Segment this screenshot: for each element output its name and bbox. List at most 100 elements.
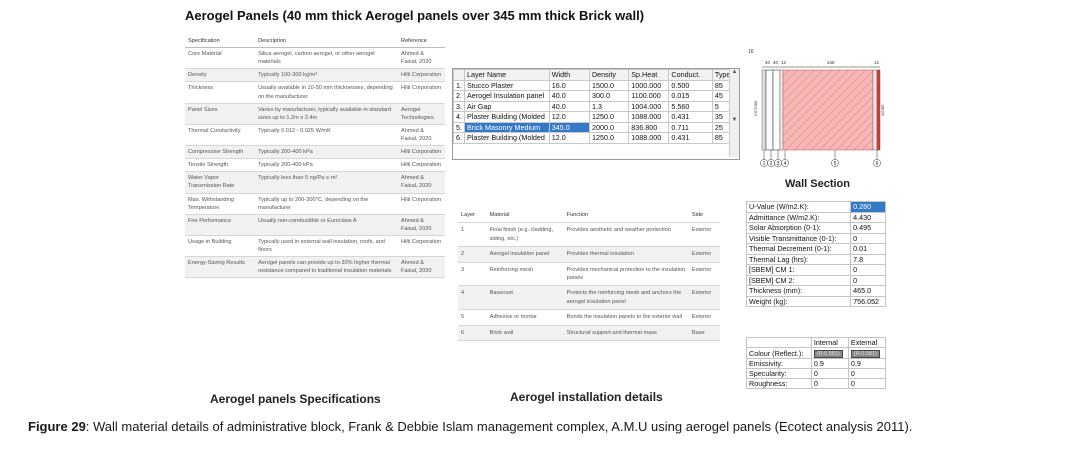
property-row: [SBEM] CM 1: 0 bbox=[745, 264, 886, 276]
layer-cell: 1500.0 bbox=[588, 79, 630, 91]
layer-marker-label: 2 bbox=[770, 161, 773, 167]
property-label: Thickness (mm): bbox=[745, 285, 852, 297]
layer-row[interactable]: 6. Plaster Building (Molded 12.0 1250.0 1088… bbox=[453, 132, 740, 144]
layer-cell: 1. bbox=[453, 79, 465, 91]
table-cell: Adhesive or mortar bbox=[486, 309, 564, 326]
layer-cell: 2. bbox=[453, 90, 465, 102]
table-row: 5 Adhesive or mortar Bonds the insulation … bbox=[458, 309, 720, 326]
surface-cell: Specularity: bbox=[746, 368, 812, 379]
table-cell: Usage in Building bbox=[185, 235, 256, 258]
surface-row: Emissivity: 0.9 0.9 bbox=[746, 358, 887, 369]
table-cell: Ahmed & Faisal, 2020 bbox=[398, 47, 445, 70]
figure-label: Figure 29 bbox=[28, 419, 86, 434]
property-value: 0 bbox=[850, 264, 886, 276]
table-cell: Exterior bbox=[688, 262, 720, 287]
layer-cell: Plaster Building (Molded bbox=[464, 132, 550, 144]
table-cell: Typically up to 200-300°C, depending on … bbox=[255, 193, 399, 215]
surface-cell: (R:0.581) bbox=[810, 347, 849, 359]
layer-cell: Brick Masonry Medium bbox=[464, 121, 550, 133]
table-row: 1 Final finish (e.g. cladding, siding, et… bbox=[458, 222, 720, 248]
property-row: [SBEM] CM 2: 0 bbox=[745, 274, 886, 286]
installation-header: Function bbox=[563, 208, 689, 224]
table-cell: Density bbox=[185, 68, 256, 83]
table-row: 2 Aerogel insulation panel Provides therma… bbox=[458, 246, 720, 263]
surface-cell: 0 bbox=[847, 368, 887, 379]
layer-list-scrollbar[interactable]: ▲ ▼ bbox=[729, 69, 739, 157]
table-row: 4 Basecoat Protects the reinforcing mesh a… bbox=[458, 285, 720, 311]
layer-column-header[interactable]: Layer Name bbox=[464, 69, 550, 81]
layer-cell: Air Gap bbox=[464, 100, 550, 112]
layer-cell: 1088.000 bbox=[628, 111, 670, 123]
spec-header: Reference bbox=[398, 35, 445, 49]
table-cell: 6 bbox=[458, 325, 487, 341]
property-row: Weight (kg): 756.052 bbox=[745, 295, 886, 307]
table-cell: Basecoat bbox=[486, 285, 564, 311]
inside-label: INSIDE bbox=[881, 104, 885, 116]
page-title: Aerogel Panels (40 mm thick Aerogel pane… bbox=[185, 8, 645, 23]
layer-cell: 5. bbox=[453, 121, 465, 133]
table-cell: Fire Performance bbox=[185, 214, 256, 236]
figure-text: : Wall material details of administrativ… bbox=[85, 419, 913, 434]
table-cell: Typically 0.012 - 0.025 W/mK bbox=[255, 124, 399, 147]
layer-marker-label: 1 bbox=[763, 161, 766, 167]
surface-cell: (R:0.581) bbox=[847, 347, 887, 359]
property-value: 0 bbox=[850, 274, 886, 286]
table-cell: Exterior bbox=[688, 246, 720, 263]
layer-column-header[interactable]: Conduct. bbox=[668, 69, 713, 81]
layer-cell: 40.0 bbox=[548, 90, 590, 102]
surface-cell: Colour (Reflect.): bbox=[746, 347, 812, 359]
installation-header: Side bbox=[688, 208, 720, 224]
layer-list-panel: Layer Name Width Density Sp.Heat Conduct. Typ… bbox=[452, 68, 740, 160]
table-cell: Provides mechanical protection to the in… bbox=[563, 262, 689, 287]
table-cell: Hilti Corporation bbox=[398, 235, 445, 258]
surface-row: Roughness: 0 0 bbox=[746, 378, 887, 389]
table-cell: 2 bbox=[458, 246, 487, 263]
table-cell: 1 bbox=[458, 222, 487, 248]
table-cell: Energy-Saving Results bbox=[185, 256, 256, 279]
layer-cell: 12.0 bbox=[548, 111, 590, 123]
property-row: Thermal Decrement (0-1): 0.01 bbox=[745, 243, 886, 255]
table-cell: Provides thermal insulation bbox=[563, 246, 689, 263]
colour-swatch[interactable]: (R:0.581) bbox=[813, 350, 843, 358]
table-cell: 3 bbox=[458, 262, 487, 287]
installation-caption: Aerogel installation details bbox=[510, 390, 663, 404]
dim-40b: 40 bbox=[773, 60, 779, 65]
layer-row[interactable]: 2. Aerogel Insulation panel 40.0 300.0 1100.… bbox=[453, 90, 740, 102]
layer-cell: 0.431 bbox=[668, 111, 713, 123]
layer-cell: 1250.0 bbox=[588, 132, 630, 144]
table-row: 6 Brick wall Structural support and therma… bbox=[458, 325, 720, 341]
table-row: Max. Withstanding Temperature Typically u… bbox=[185, 193, 445, 215]
property-value: 4.430 bbox=[850, 211, 886, 223]
table-cell: Ahmed & Faisal, 2020 bbox=[398, 171, 445, 194]
layer-column-header[interactable]: Width bbox=[548, 69, 590, 81]
layer-row[interactable]: 1. Stucco Plaster 16.0 1500.0 1000.000 0.500 8… bbox=[453, 79, 740, 91]
table-cell: Structural support and thermal mass bbox=[563, 325, 689, 341]
colour-swatch[interactable]: (R:0.581) bbox=[850, 350, 880, 358]
property-value: 0.495 bbox=[850, 222, 886, 234]
layer-cell: 16.0 bbox=[548, 79, 590, 91]
table-cell: Varies by manufacturer, typically availa… bbox=[255, 103, 399, 125]
spec-header: Description bbox=[255, 35, 399, 49]
property-value: 7.8 bbox=[850, 253, 886, 265]
property-label: Weight (kg): bbox=[745, 295, 852, 307]
surface-cell: 0 bbox=[810, 378, 849, 389]
layer-cell: 0.711 bbox=[668, 121, 713, 133]
layer-column-header[interactable]: Sp.Heat bbox=[628, 69, 670, 81]
layer-row[interactable]: 3. Air Gap 40.0 1.3 1004.000 5.560 5 bbox=[453, 100, 740, 112]
table-cell: Hilti Corporation bbox=[398, 145, 445, 160]
layer-cell: 5.560 bbox=[668, 100, 713, 112]
layer-cell: 1088.000 bbox=[628, 132, 670, 144]
specifications-table: Specification Description Reference Core M… bbox=[185, 35, 445, 279]
layer-row[interactable]: 5. Brick Masonry Medium 345.0 2000.0 836.800… bbox=[453, 121, 740, 133]
layer-row[interactable]: 4. Plaster Building (Molded 12.0 1250.0 1088… bbox=[453, 111, 740, 123]
layer-column-header[interactable]: Density bbox=[588, 69, 630, 81]
dim-16: 16 bbox=[748, 49, 754, 55]
surface-cell: 0.9 bbox=[810, 358, 849, 369]
wall-section-caption: Wall Section bbox=[785, 178, 850, 190]
property-label: Visible Transmittance (0-1): bbox=[745, 232, 852, 244]
outside-label: OUTSIDE bbox=[754, 100, 758, 116]
table-row: Fire Performance Usually non-combustible … bbox=[185, 214, 445, 236]
table-cell: Ahmed & Faisal, 2020 bbox=[398, 214, 445, 236]
table-cell: Max. Withstanding Temperature bbox=[185, 193, 256, 215]
table-cell: Silica aerogel, carbon aerogel, or other… bbox=[255, 47, 399, 70]
